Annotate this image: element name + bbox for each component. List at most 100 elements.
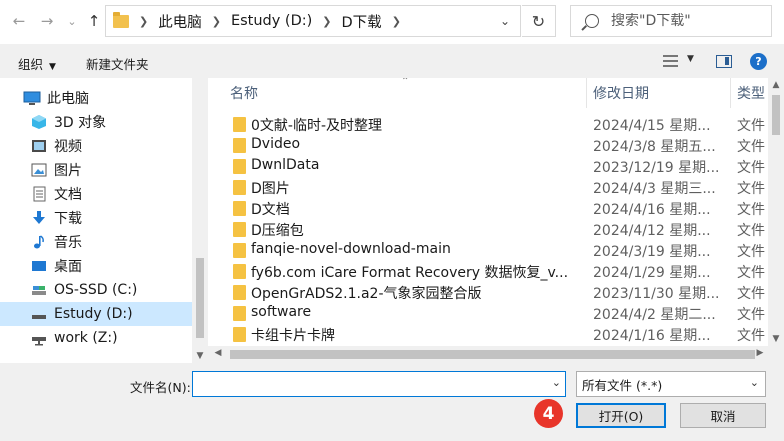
file-date: 2023/11/30 星期...: [593, 286, 720, 302]
filetype-value: 所有文件 (*.*): [582, 377, 663, 393]
vertical-scroll-thumb[interactable]: [772, 95, 780, 135]
document-icon: [30, 186, 48, 202]
search-box[interactable]: [570, 5, 772, 37]
file-name: OpenGrADS2.1.a2-气象家园整合版: [251, 286, 482, 302]
help-icon[interactable]: ?: [750, 53, 767, 70]
preview-pane-icon[interactable]: [716, 55, 732, 68]
file-row[interactable]: fanqie-novel-download-main 2024/3/19 星期..…: [208, 240, 768, 261]
file-row[interactable]: fy6b.com iCare Format Recovery 数据恢复_v...…: [208, 261, 768, 282]
file-row[interactable]: Dvideo 2024/3/8 星期五... 文件: [208, 135, 768, 156]
vertical-scrollbar[interactable]: ▲ ▼: [768, 78, 784, 346]
folder-icon: [233, 285, 246, 300]
file-row[interactable]: OpenGrADS2.1.a2-气象家园整合版 2023/11/30 星期... 文…: [208, 282, 768, 303]
file-name: 0文献-临时-及时整理: [251, 118, 383, 134]
address-row: ← → ⌄ ↑ ❯ 此电脑 ❯ Estudy (D:) ❯ D下载 ❯ ⌄ ↻: [0, 0, 784, 44]
recent-chevron-icon[interactable]: ⌄: [61, 10, 83, 32]
search-input[interactable]: [611, 13, 771, 29]
filetype-select[interactable]: 所有文件 (*.*) ⌄: [576, 371, 766, 397]
horizontal-scrollbar[interactable]: ◀ ▶: [208, 346, 784, 363]
nav-scrollbar[interactable]: ▼: [192, 78, 208, 363]
address-dropdown-icon[interactable]: ⌄: [490, 6, 520, 36]
nav-item-drive-c[interactable]: OS-SSD (C:): [0, 278, 192, 302]
back-arrow-icon[interactable]: ←: [8, 10, 30, 32]
nav-item-drive-d[interactable]: Estudy (D:): [0, 302, 192, 326]
scroll-down-arrow-icon[interactable]: ▼: [192, 351, 208, 361]
file-row[interactable]: 卡组卡片卡牌 2024/1/16 星期... 文件: [208, 324, 768, 345]
scroll-right-arrow-icon[interactable]: ▶: [750, 348, 770, 358]
file-name: 卡组卡片卡牌: [251, 328, 335, 344]
horizontal-scroll-thumb[interactable]: [230, 350, 755, 359]
nav-item-pictures[interactable]: 图片: [0, 158, 192, 182]
nav-item-downloads[interactable]: 下载: [0, 206, 192, 230]
nav-item-label: 音乐: [54, 235, 82, 251]
folder-icon: [233, 222, 246, 237]
folder-icon: [233, 327, 246, 342]
file-row[interactable]: D压缩包 2024/4/12 星期... 文件: [208, 219, 768, 240]
download-icon: [30, 210, 48, 226]
breadcrumb-chevron-icon[interactable]: ❯: [212, 15, 221, 28]
filename-input[interactable]: [193, 372, 533, 396]
breadcrumb-chevron-icon[interactable]: ❯: [322, 15, 331, 28]
column-header-date[interactable]: 修改日期: [593, 78, 728, 108]
cancel-button[interactable]: 取消: [680, 403, 766, 428]
column-divider[interactable]: [586, 78, 587, 108]
folder-icon: [233, 117, 246, 132]
breadcrumb-this-pc[interactable]: 此电脑: [158, 11, 202, 32]
file-list: ⌃ 名称 修改日期 类型 0文献-临时-及时整理 2024/4/15 星期... 文…: [208, 78, 784, 363]
view-caret-down-icon[interactable]: ▼: [687, 54, 694, 64]
nav-item-label: 3D 对象: [54, 115, 107, 131]
file-name: fy6b.com iCare Format Recovery 数据恢复_v...: [251, 265, 569, 281]
up-arrow-icon[interactable]: ↑: [83, 10, 105, 32]
column-header-label: 名称: [230, 86, 258, 102]
folder-icon: [233, 159, 246, 174]
nav-item-documents[interactable]: 文档: [0, 182, 192, 206]
file-row[interactable]: D图片 2024/4/3 星期三... 文件: [208, 177, 768, 198]
file-name: fanqie-novel-download-main: [251, 241, 451, 257]
new-folder-button[interactable]: 新建文件夹: [86, 54, 149, 73]
refresh-button[interactable]: ↻: [522, 5, 556, 37]
nav-item-music[interactable]: 音乐: [0, 230, 192, 254]
nav-item-label: Estudy (D:): [54, 306, 133, 322]
file-date: 2024/4/2 星期二...: [593, 307, 716, 323]
folder-icon: [113, 11, 129, 28]
file-name: DwnlData: [251, 157, 320, 173]
breadcrumb-chevron-icon[interactable]: ❯: [139, 15, 148, 28]
filename-combobox[interactable]: ⌄: [192, 371, 566, 397]
breadcrumb-d-download[interactable]: D下载: [342, 11, 382, 32]
column-header-label: 修改日期: [593, 86, 649, 102]
organize-label: 组织: [18, 57, 44, 72]
organize-button[interactable]: 组织 ▼: [18, 54, 56, 73]
folder-icon: [233, 201, 246, 216]
open-button[interactable]: 打开(O): [576, 403, 666, 428]
scroll-left-arrow-icon[interactable]: ◀: [208, 348, 228, 358]
address-bar[interactable]: ❯ 此电脑 ❯ Estudy (D:) ❯ D下载 ❯ ⌄: [105, 5, 521, 37]
view-options-icon[interactable]: [663, 55, 678, 67]
nav-item-desktop[interactable]: 桌面: [0, 254, 192, 278]
step-badge: 4: [534, 399, 563, 428]
file-row[interactable]: D文档 2024/4/16 星期... 文件: [208, 198, 768, 219]
file-row[interactable]: 0文献-临时-及时整理 2024/4/15 星期... 文件: [208, 114, 768, 135]
drive-icon: [30, 306, 48, 322]
scroll-down-arrow-icon[interactable]: ▼: [768, 334, 784, 344]
nav-item-drive-z[interactable]: work (Z:): [0, 326, 192, 350]
breadcrumb-drive-d[interactable]: Estudy (D:): [231, 13, 312, 29]
folder-icon: [233, 243, 246, 258]
column-header-name[interactable]: 名称: [230, 78, 585, 108]
file-name: D压缩包: [251, 223, 304, 239]
breadcrumb-chevron-icon[interactable]: ❯: [392, 15, 401, 28]
column-divider[interactable]: [730, 78, 731, 108]
nav-scroll-thumb[interactable]: [196, 258, 204, 338]
file-row[interactable]: DwnlData 2023/12/19 星期... 文件: [208, 156, 768, 177]
nav-item-this-pc[interactable]: 此电脑: [0, 86, 192, 110]
picture-icon: [30, 162, 48, 178]
file-date: 2024/1/16 星期...: [593, 328, 711, 344]
chevron-down-icon[interactable]: ⌄: [552, 376, 561, 389]
column-header-type[interactable]: 类型: [737, 78, 768, 108]
nav-item-3d-objects[interactable]: 3D 对象: [0, 110, 192, 134]
forward-arrow-icon[interactable]: →: [36, 10, 58, 32]
nav-item-videos[interactable]: 视频: [0, 134, 192, 158]
file-row[interactable]: software 2024/4/2 星期二... 文件: [208, 303, 768, 324]
scroll-up-arrow-icon[interactable]: ▲: [768, 80, 784, 90]
drive-icon: [30, 282, 48, 298]
chevron-down-icon[interactable]: ⌄: [750, 376, 759, 389]
